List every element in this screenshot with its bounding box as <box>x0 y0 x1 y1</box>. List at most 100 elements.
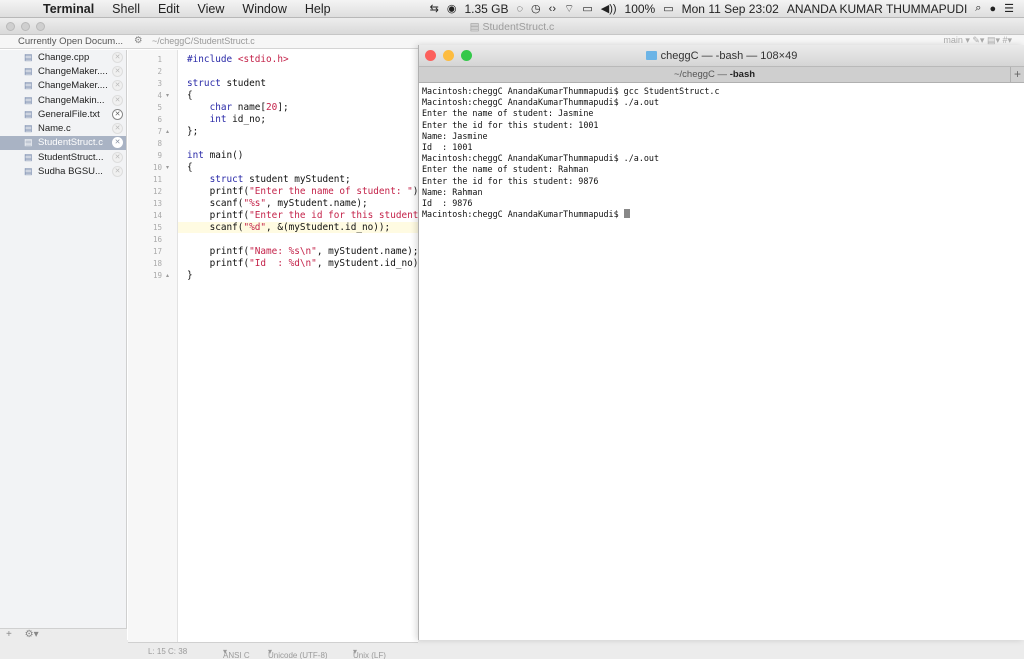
menu-window[interactable]: Window <box>233 2 295 16</box>
line-number: 8 <box>157 139 162 148</box>
open-document-item[interactable]: ▤ ChangeMaker.... ✕ <box>0 79 126 93</box>
sync-icon[interactable]: ⇆ <box>430 2 439 15</box>
document-icon: ▤ <box>24 51 33 62</box>
close-document-icon[interactable]: ✕ <box>112 65 123 77</box>
terminal-line: Name: Rahman <box>422 186 483 197</box>
editor-title-bar[interactable]: ▤ StudentStruct.c <box>0 19 1024 35</box>
close-document-icon[interactable]: ✕ <box>112 151 123 163</box>
file-path-popup[interactable]: ~/cheggC/StudentStruct.c <box>152 36 255 46</box>
clock-icon[interactable]: ◷ <box>531 2 541 15</box>
terminal-window: cheggC — -bash — 108×49 ~/cheggC — -bash… <box>418 45 1024 640</box>
line-number: 3 <box>157 79 162 88</box>
line-number: 2 <box>157 67 162 76</box>
menu-user[interactable]: ANANDA KUMAR THUMMAPUDI <box>787 2 967 16</box>
close-document-icon[interactable]: ✕ <box>112 137 123 149</box>
line-number: 1 <box>157 55 162 64</box>
code-line: scanf("%s", myStudent.name); <box>187 198 368 209</box>
line-number: 16 <box>152 235 162 244</box>
line-number: 12 <box>152 187 162 196</box>
add-icon[interactable]: + <box>6 629 12 640</box>
notification-center-icon[interactable]: ☰ <box>1004 2 1014 15</box>
line-number: 11 <box>152 175 162 184</box>
terminal-output[interactable]: Macintosh:cheggC AnandaKumarThummapudi$ … <box>419 84 1024 640</box>
open-document-item[interactable]: ▤ Name.c ✕ <box>0 121 126 135</box>
gear-icon[interactable]: ⚙ <box>134 35 143 46</box>
menu-clock[interactable]: Mon 11 Sep 23:02 <box>682 2 779 16</box>
fold-toggle-icon[interactable]: ▴ <box>166 128 169 135</box>
open-document-item[interactable]: ▤ Change.cpp ✕ <box>0 50 126 64</box>
open-document-item[interactable]: ▤ Sudha BGSU... ✕ <box>0 164 126 178</box>
code-line: }; <box>187 126 199 137</box>
close-document-icon[interactable]: ✕ <box>112 108 123 120</box>
terminal-title-bar[interactable]: cheggC — -bash — 108×49 <box>419 45 1024 66</box>
open-document-item[interactable]: ▤ GeneralFile.txt ✕ <box>0 107 126 121</box>
terminal-line: Macintosh:cheggC AnandaKumarThummapudi$ <box>422 209 1021 220</box>
line-number: 4 <box>157 91 162 100</box>
code-editor[interactable]: #include <stdio.h> struct student{ char n… <box>178 50 418 642</box>
menu-edit[interactable]: Edit <box>149 2 189 16</box>
editor-status-bar: L: 15 C: 38 ANSI C ▾ Unicode (UTF-8) ▾ U… <box>128 642 418 659</box>
fold-toggle-icon[interactable]: ▴ <box>166 272 169 279</box>
document-icon: ▤ <box>24 123 33 134</box>
siri-icon[interactable]: ● <box>989 3 996 15</box>
document-name: Sudha BGSU... <box>38 166 103 178</box>
code-line: #include <stdio.h> <box>187 54 289 65</box>
airplay-icon[interactable]: ▭ <box>582 2 592 15</box>
code-line: printf("Name: %s\n", myStudent.name); <box>187 246 418 257</box>
line-number: 15 <box>152 223 162 232</box>
terminal-tab[interactable]: ~/cheggC — -bash <box>419 69 1010 80</box>
document-name: ChangeMaker.... <box>38 65 108 77</box>
memory-usage: 1.35 GB <box>464 1 509 16</box>
close-document-icon[interactable]: ✕ <box>112 80 123 92</box>
document-icon: ▤ <box>24 151 33 162</box>
text-encoding-popup[interactable]: Unicode (UTF-8) ▾ <box>268 647 328 659</box>
close-document-icon[interactable]: ✕ <box>112 94 123 106</box>
document-name: StudentStruct.c <box>38 137 103 149</box>
menu-bar: Terminal Shell Edit View Window Help ⇆ ◉… <box>0 0 1024 18</box>
code-line: int id_no; <box>209 114 267 125</box>
document-icon: ▤ <box>469 21 483 33</box>
document-icon: ▤ <box>24 94 33 105</box>
terminal-line: Name: Jasmine <box>422 130 488 141</box>
menu-app-terminal[interactable]: Terminal <box>34 2 103 16</box>
volume-icon[interactable]: ◀)) <box>601 2 617 15</box>
open-document-item[interactable]: ▤ ChangeMaker.... ✕ <box>0 64 126 78</box>
line-number: 9 <box>157 151 162 160</box>
terminal-window-title: cheggC — -bash — 108×49 <box>660 50 798 62</box>
line-endings-popup[interactable]: Unix (LF) ▾ <box>353 647 386 659</box>
document-icon: ▤ <box>24 166 33 177</box>
code-line: } <box>187 270 193 281</box>
fold-toggle-icon[interactable]: ▾ <box>166 164 169 171</box>
terminal-line: Macintosh:cheggC AnandaKumarThummapudi$ … <box>422 97 659 108</box>
document-icon: ▤ <box>24 108 33 119</box>
memory-icon[interactable]: ◉ <box>447 2 457 15</box>
sidebar-gear-icon[interactable]: ⚙▾ <box>25 629 39 640</box>
menu-help[interactable]: Help <box>296 2 340 16</box>
line-number: 7 <box>157 127 162 136</box>
line-number: 19 <box>152 271 162 280</box>
document-name: GeneralFile.txt <box>38 108 100 120</box>
wifi-icon[interactable]: ⌔ <box>564 2 574 16</box>
open-documents-label: Currently Open Docum... <box>18 36 124 47</box>
spotlight-icon[interactable]: ⌕ <box>975 2 981 15</box>
fold-toggle-icon[interactable]: ▾ <box>166 92 169 99</box>
battery-icon[interactable]: ▭ <box>663 2 673 15</box>
line-number: 10 <box>152 163 162 172</box>
open-document-item[interactable]: ▤ ChangeMakin... ✕ <box>0 93 126 107</box>
line-number: 17 <box>152 247 162 256</box>
close-document-icon[interactable]: ✕ <box>112 51 123 63</box>
code-icon[interactable]: ‹› <box>549 3 556 15</box>
menu-shell[interactable]: Shell <box>103 2 149 16</box>
menu-view[interactable]: View <box>189 2 234 16</box>
spinner-icon[interactable]: ◌ <box>517 3 524 15</box>
close-document-icon[interactable]: ✕ <box>112 123 123 135</box>
code-line: scanf("%d", &(myStudent.id_no)); <box>178 222 418 233</box>
terminal-line: Enter the name of student: Jasmine <box>422 108 594 119</box>
terminal-line: Enter the id for this student: 9876 <box>422 175 599 186</box>
syntax-mode-popup[interactable]: ANSI C ▾ <box>223 647 250 659</box>
open-document-item[interactable]: ▤ StudentStruct.c ✕ <box>0 135 126 151</box>
close-document-icon[interactable]: ✕ <box>112 166 123 178</box>
new-tab-button[interactable]: + <box>1010 67 1024 82</box>
open-document-item[interactable]: ▤ StudentStruct... ✕ <box>0 150 126 164</box>
cursor-position[interactable]: L: 15 C: 38 <box>148 647 187 656</box>
